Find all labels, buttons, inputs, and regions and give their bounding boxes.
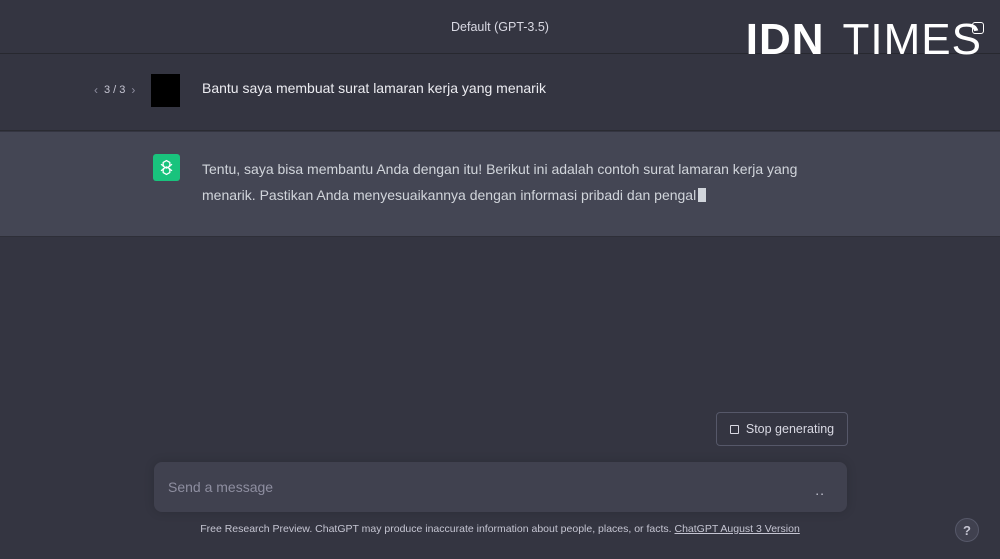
- assistant-message-body: Tentu, saya bisa membantu Anda dengan it…: [202, 161, 798, 203]
- typing-cursor: [698, 188, 707, 202]
- help-button[interactable]: ?: [955, 518, 979, 542]
- footer-disclaimer: Free Research Preview. ChatGPT may produ…: [200, 523, 672, 535]
- pager-text: 3 / 3: [104, 84, 126, 96]
- stop-generating-label: Stop generating: [745, 422, 835, 436]
- message-pager: ‹ 3 / 3 ›: [94, 83, 135, 97]
- footer: Free Research Preview. ChatGPT may produ…: [0, 523, 1000, 535]
- user-message-text: Bantu saya membuat surat lamaran kerja y…: [202, 80, 546, 96]
- stop-generating-button[interactable]: Stop generating: [716, 412, 848, 446]
- stop-square-icon: [729, 424, 739, 434]
- version-link[interactable]: ChatGPT August 3 Version: [675, 523, 800, 535]
- watermark-badge-icon: [972, 22, 984, 34]
- loading-dots: ..: [815, 482, 825, 498]
- user-avatar: [151, 74, 180, 107]
- chevron-left-icon[interactable]: ‹: [94, 83, 98, 97]
- message-composer: ..: [154, 462, 847, 512]
- openai-logo-icon: [153, 154, 180, 181]
- message-input[interactable]: [168, 462, 788, 512]
- assistant-message-text: Tentu, saya bisa membantu Anda dengan it…: [202, 156, 802, 208]
- model-title: Default (GPT-3.5): [451, 19, 549, 34]
- chevron-right-icon[interactable]: ›: [131, 83, 135, 97]
- user-message-row: ‹ 3 / 3 › Bantu saya membuat surat lamar…: [0, 55, 1000, 131]
- assistant-message-row: Tentu, saya bisa membantu Anda dengan it…: [0, 132, 1000, 237]
